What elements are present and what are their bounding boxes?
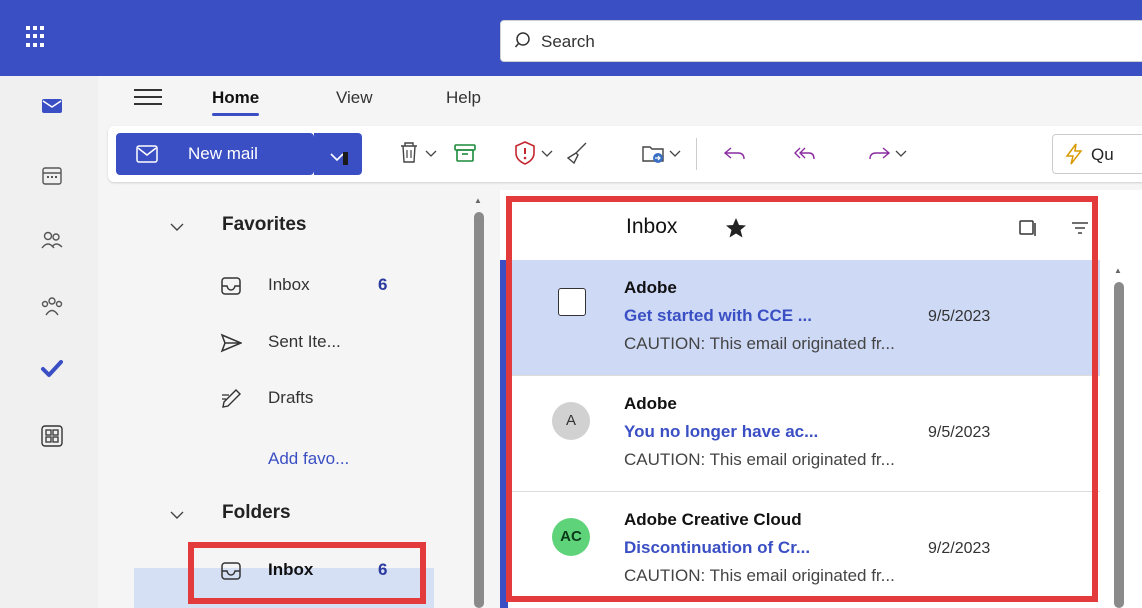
toolbar-divider <box>696 138 697 170</box>
favorite-item-sent[interactable]: Sent Ite... <box>268 332 341 352</box>
chevron-down-icon[interactable] <box>894 140 908 166</box>
search-icon <box>515 32 530 48</box>
report-icon[interactable] <box>512 140 538 166</box>
app-rail <box>0 76 98 608</box>
reply-icon[interactable] <box>722 140 748 166</box>
annotation-box-inbox-folder <box>188 542 426 604</box>
add-favorite-link[interactable]: Add favo... <box>268 449 349 469</box>
chevron-down-icon[interactable] <box>424 140 438 166</box>
reply-all-icon[interactable] <box>792 140 818 166</box>
tab-view[interactable]: View <box>336 88 373 108</box>
quick-steps-button[interactable]: Qu <box>1052 134 1142 174</box>
new-mail-button[interactable]: New mail <box>116 133 314 175</box>
drafts-icon <box>222 389 241 408</box>
todo-icon[interactable] <box>40 356 64 380</box>
folders-header[interactable]: Folders <box>222 502 291 524</box>
new-mail-label: New mail <box>188 144 258 163</box>
forward-icon[interactable] <box>866 140 892 166</box>
ribbon-tabs: Home View Help <box>98 76 1142 122</box>
message-list-scrollbar[interactable] <box>1114 282 1124 608</box>
delete-icon[interactable] <box>396 140 422 166</box>
search-placeholder: Search <box>541 32 595 51</box>
archive-icon[interactable] <box>452 140 478 166</box>
hamburger-menu-icon[interactable] <box>134 89 162 107</box>
favorite-item-inbox[interactable]: Inbox <box>268 275 310 295</box>
scroll-up-arrow[interactable]: ▲ <box>1114 266 1122 275</box>
favorite-item-drafts[interactable]: Drafts <box>268 388 313 408</box>
chevron-down-icon[interactable] <box>668 140 682 166</box>
tab-home[interactable]: Home <box>212 88 260 116</box>
calendar-icon[interactable] <box>40 164 64 188</box>
sweep-icon[interactable] <box>564 140 590 166</box>
apps-icon[interactable] <box>40 424 64 448</box>
annotation-box-message-list <box>506 196 1098 602</box>
unread-count: 6 <box>378 275 388 294</box>
folder-pane-scrollbar[interactable] <box>474 212 484 608</box>
new-mail-dropdown-button[interactable] <box>314 133 362 175</box>
tab-help[interactable]: Help <box>446 88 481 108</box>
chevron-down-icon <box>330 152 348 165</box>
move-to-icon[interactable] <box>640 140 666 166</box>
top-bar: Search <box>0 0 1142 76</box>
lightning-icon <box>1065 143 1083 165</box>
mail-icon[interactable] <box>40 94 64 118</box>
ribbon-toolbar: New mail Qu <box>108 126 1142 182</box>
inbox-icon <box>221 277 241 295</box>
groups-icon[interactable] <box>40 294 64 318</box>
scroll-up-arrow[interactable]: ▲ <box>474 196 482 205</box>
app-launcher-icon[interactable] <box>26 26 48 48</box>
favorites-header[interactable]: Favorites <box>222 214 306 236</box>
envelope-icon <box>136 145 158 163</box>
search-box[interactable]: Search <box>500 20 1142 62</box>
chevron-down-icon[interactable] <box>170 222 184 232</box>
chevron-down-icon[interactable] <box>170 510 184 520</box>
chevron-down-icon[interactable] <box>540 140 554 166</box>
send-icon <box>220 333 242 353</box>
quick-steps-label: Qu <box>1091 145 1114 164</box>
people-icon[interactable] <box>40 228 64 252</box>
